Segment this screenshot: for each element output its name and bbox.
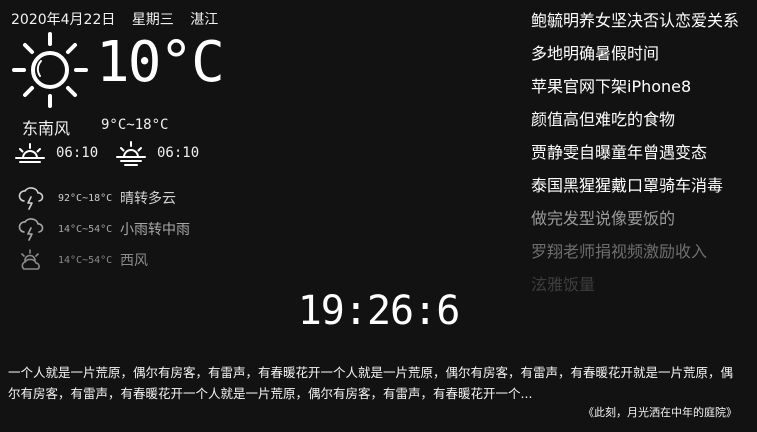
sunrise-row: 06:10: [14, 140, 98, 166]
news-item[interactable]: 多地明确暑假时间: [531, 41, 757, 74]
forecast-day-1: 92°C~18°C 晴转多云: [18, 185, 238, 211]
partly-cloudy-icon: [21, 249, 40, 270]
quote-source: 《此刻，月光洒在中年的庭院》: [583, 406, 737, 419]
news-item[interactable]: 苹果官网下架iPhone8: [531, 74, 757, 107]
thunderstorm-icon: [18, 218, 44, 241]
sunset-time: 06:10: [157, 145, 200, 161]
forecast-day-3: 14°C~54°C 西风: [18, 247, 238, 273]
temperature-range: 9°C~18°C: [101, 117, 169, 133]
city-label: 湛江: [190, 12, 219, 28]
quote-text: 一个人就是一片荒原，偶尔有房客，有雷声，有春暖花开一个人就是一片荒原，偶尔有房客…: [8, 365, 734, 401]
forecast-temp: 14°C~54°C: [58, 223, 113, 235]
forecast-desc: 晴转多云: [120, 191, 176, 207]
forecast-desc: 西风: [120, 253, 148, 269]
news-item[interactable]: 鲍毓明养女坚决否认恋爱关系: [531, 8, 757, 41]
weekday-label: 星期三: [131, 12, 174, 28]
current-temperature: 10°C: [96, 30, 225, 95]
sun-icon: [12, 32, 88, 108]
thunderstorm-icon: [18, 187, 44, 210]
date-label: 2020年4月22日: [11, 12, 116, 28]
news-list: 鲍毓明养女坚决否认恋爱关系 多地明确暑假时间 苹果官网下架iPhone8 颜值高…: [531, 8, 757, 305]
sunset-icon: [116, 141, 146, 166]
sunrise-icon: [15, 143, 45, 163]
sunrise-time: 06:10: [56, 145, 99, 161]
wind-direction: 东南风: [22, 119, 71, 138]
news-item[interactable]: 颜值高但难吃的食物: [531, 107, 757, 140]
forecast-day-2: 14°C~54°C 小雨转中雨: [18, 216, 238, 242]
news-item[interactable]: 做完发型说像要饭的: [531, 206, 757, 239]
digital-clock: 19:26:6: [297, 288, 461, 334]
date-header: 2020年4月22日 星期三 湛江: [11, 9, 230, 29]
forecast-desc: 小雨转中雨: [120, 222, 190, 238]
forecast-temp: 14°C~54°C: [58, 254, 113, 266]
news-item[interactable]: 罗翔老师捐视频激励收入: [531, 239, 757, 272]
news-item[interactable]: 泰国黑猩猩戴口罩骑车消毒: [531, 173, 757, 206]
forecast-temp: 92°C~18°C: [58, 192, 113, 204]
news-item[interactable]: 贾静雯自曝童年曾遇变态: [531, 140, 757, 173]
sunset-row: 06:10: [115, 140, 199, 166]
